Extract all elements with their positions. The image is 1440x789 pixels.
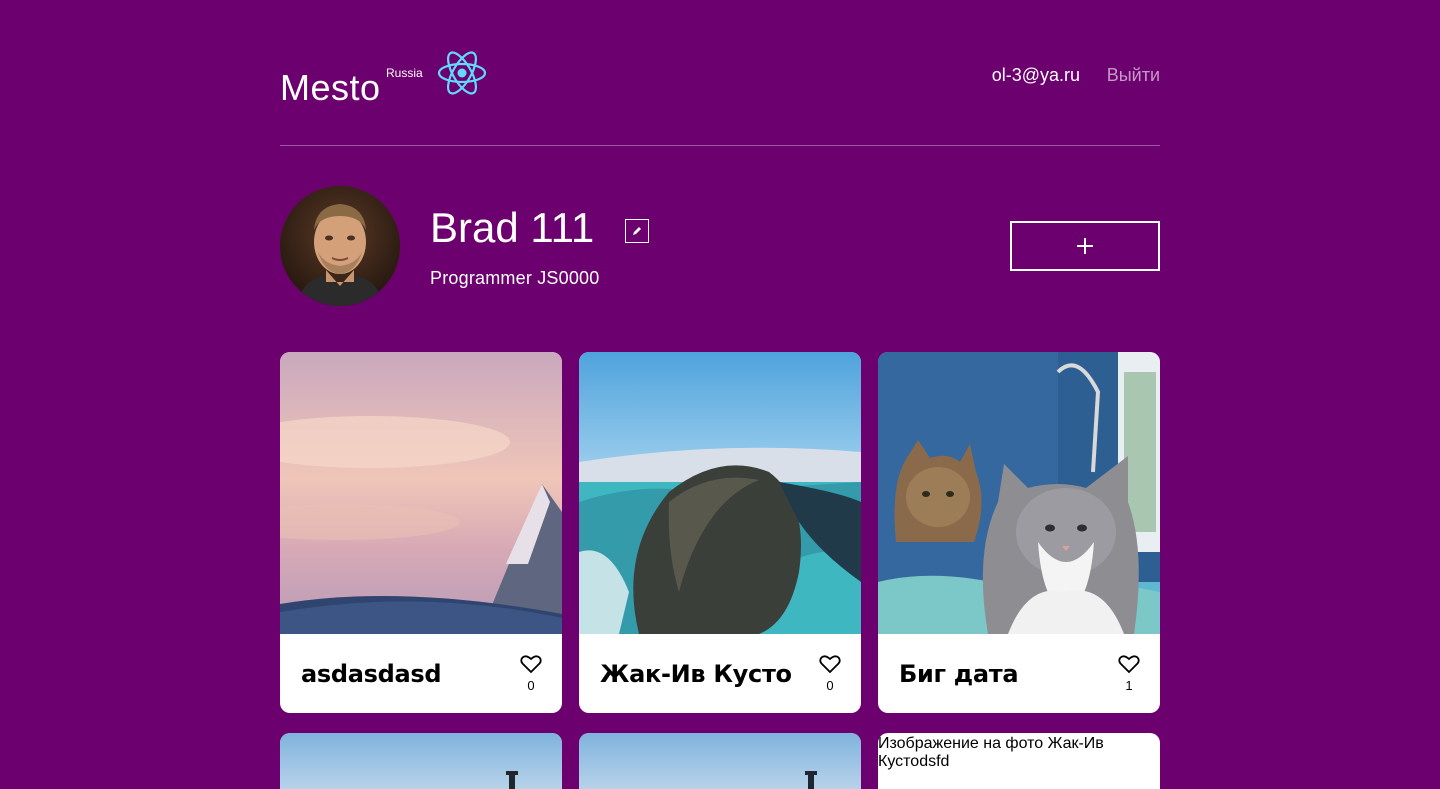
- card-title: Биг дата: [899, 660, 1019, 688]
- card: Изображение на фото Жак-Ив Кустоdsfd: [878, 733, 1160, 789]
- card-image[interactable]: [579, 352, 861, 634]
- rocky-cliff-lake-image: [579, 352, 861, 634]
- card-footer: Жак-Ив Кусто 0: [579, 634, 861, 713]
- pencil-icon: [633, 227, 641, 235]
- sky-tower-image: [579, 733, 861, 789]
- heart-icon: [819, 655, 841, 674]
- card-image[interactable]: [579, 733, 861, 789]
- avatar[interactable]: [280, 186, 400, 306]
- card-image[interactable]: [280, 733, 562, 789]
- header: Mesto Russia ol-3@ya.ru Выйти: [280, 0, 1160, 146]
- card-image[interactable]: [280, 352, 562, 634]
- card: [280, 733, 562, 789]
- card-title: Жак-Ив Кусто: [600, 660, 792, 688]
- add-card-button[interactable]: [1010, 221, 1160, 271]
- mountain-sunset-image: [280, 352, 562, 634]
- card-image-broken[interactable]: Изображение на фото Жак-Ив Кустоdsfd: [878, 733, 1160, 789]
- heart-icon: [1118, 655, 1140, 674]
- like-button[interactable]: [520, 654, 542, 674]
- card: Жак-Ив Кусто 0: [579, 352, 861, 713]
- like-button[interactable]: [819, 654, 841, 674]
- edit-profile-button[interactable]: [625, 219, 649, 243]
- profile-name: Brad 111: [430, 204, 595, 251]
- like-count: 0: [826, 678, 834, 693]
- user-email: ol-3@ya.ru: [991, 65, 1080, 85]
- heart-icon: [520, 655, 542, 674]
- profile-about: Programmer JS0000: [430, 268, 600, 288]
- logout-link[interactable]: Выйти: [1107, 64, 1160, 86]
- sky-tower-image: [280, 733, 562, 789]
- react-icon: [437, 51, 487, 95]
- logo-subtitle: Russia: [386, 66, 423, 80]
- cats-image: [878, 352, 1160, 634]
- card-image[interactable]: [878, 352, 1160, 634]
- plus-icon: [1077, 238, 1093, 254]
- like-count: 1: [1125, 678, 1133, 693]
- card: Биг дата 1: [878, 352, 1160, 713]
- page: Mesto Russia ol-3@ya.ru Выйти Brad 111 P…: [280, 0, 1160, 789]
- logo: Mesto: [280, 67, 381, 108]
- card: [579, 733, 861, 789]
- card-footer: Биг дата 1: [878, 634, 1160, 713]
- like-count: 0: [527, 678, 535, 693]
- image-alt-text: Изображение на фото Жак-Ив Кустоdsfd: [878, 735, 1104, 770]
- avatar-image: [280, 186, 400, 306]
- card-footer: asdasdasd 0: [280, 634, 562, 713]
- card: asdasdasd 0: [280, 352, 562, 713]
- like-button[interactable]: [1118, 654, 1140, 674]
- card-title: asdasdasd: [301, 660, 442, 688]
